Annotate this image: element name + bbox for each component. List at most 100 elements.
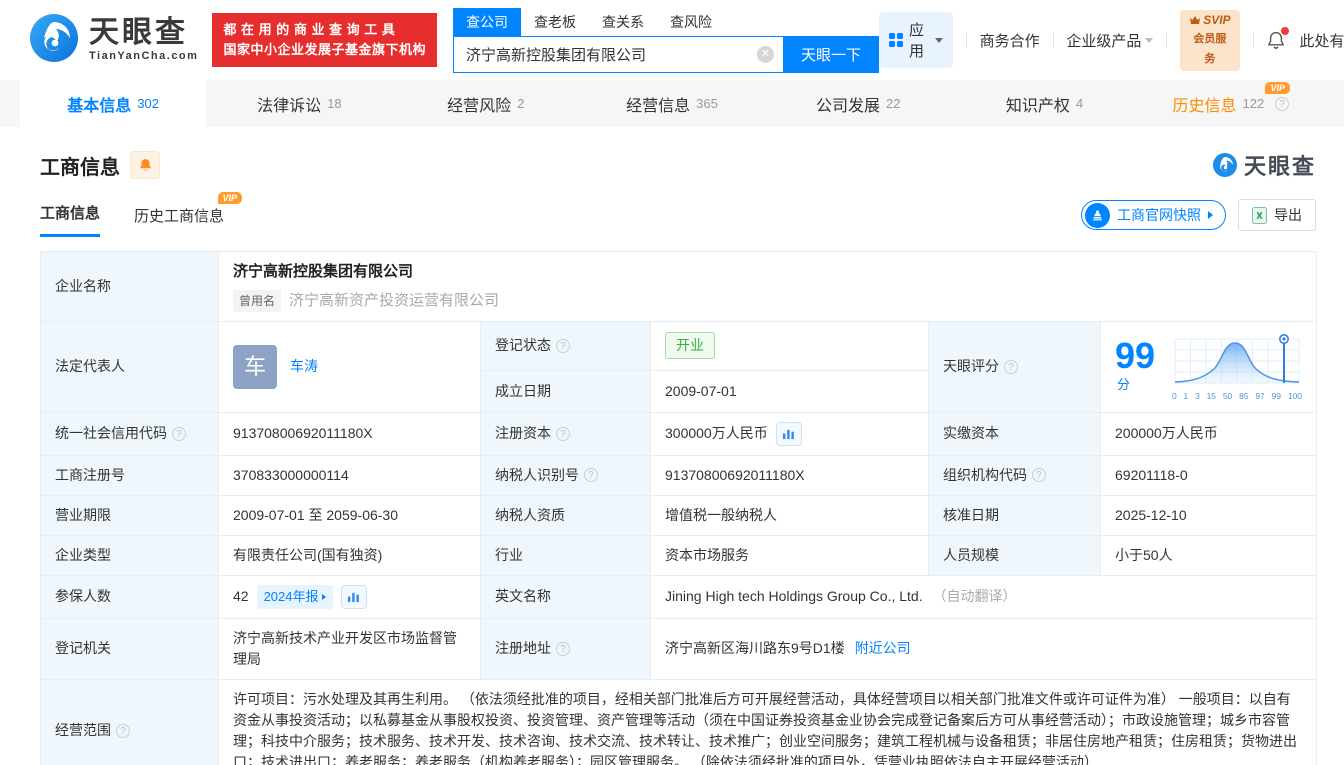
help-icon[interactable]: ? [1004,359,1018,374]
clear-search-icon[interactable]: ✕ [756,45,774,63]
notifications-bell-icon[interactable] [1266,26,1290,51]
divider [1052,32,1054,48]
reg-capital-cell: 300000万人民币 [650,411,929,456]
status-badge: 开业 [665,332,715,360]
vip-badge: VIP [217,192,243,204]
table-row: 工商注册号 370833000000114 纳税人识别号? 9137080069… [40,454,1318,496]
subtab-business-info[interactable]: 工商信息 [40,202,101,237]
table-row: 登记机关 济宁高新技术产业开发区市场监督管理局 注册地址? 济宁高新区海川路东9… [40,617,1318,680]
business-info-section: 工商信息 天眼查 工商信息 历史工商信息 VIP 工商官网快照 导出 企业名称 … [0,149,1344,765]
user-account-menu[interactable]: 此处有... [1299,30,1344,51]
tab-history-info[interactable]: VIP 历史信息 122 ? [1138,80,1324,127]
former-name: 济宁高新资产投资运营有限公司 [289,291,500,309]
tab-legal-proceedings[interactable]: 法律诉讼 18 [206,80,392,127]
search-tab-company[interactable]: 查公司 [452,7,521,36]
establish-date-cell: 2009-07-01 [650,369,929,413]
industry-cell: 资本市场服务 [650,534,929,576]
insured-chart-icon[interactable] [340,584,367,609]
tab-company-development[interactable]: 公司发展 22 [765,80,951,127]
field-label: 行业 [480,534,651,576]
auto-translate-note: （自动翻译） [932,588,1017,605]
annual-report-tag[interactable]: 2024年报 [256,585,333,609]
field-label: 企业名称 [40,251,219,322]
slogan-line1: 都在用的商业查询工具 [223,21,400,37]
staff-size-cell: 小于50人 [1099,534,1318,576]
field-label: 纳税人识别号? [480,454,651,496]
field-label: 注册地址? [480,617,651,680]
company-name: 济宁高新控股集团有限公司 [233,263,414,280]
tab-operation-risk[interactable]: 经营风险 2 [393,80,579,127]
divider [1166,32,1168,48]
business-term-cell: 2009-07-01 至 2059-06-30 [218,494,481,536]
nav-business-cooperation[interactable]: 商务合作 [980,30,1040,51]
english-name: Jining High tech Holdings Group Co., Ltd… [665,588,923,605]
nearby-companies-link[interactable]: 附近公司 [855,638,911,659]
help-icon[interactable]: ? [556,641,570,656]
divider [965,32,967,48]
field-label: 英文名称 [480,574,651,619]
help-icon[interactable]: ? [556,338,570,353]
subscribe-bell-icon[interactable] [130,151,160,179]
score-distribution-chart: 01 3 15 50 85 97 99 100 [1172,331,1302,403]
field-label: 注册资本? [480,411,651,456]
subtab-history-business-info[interactable]: 历史工商信息 VIP [134,192,243,237]
logo-title: 天眼查 [89,16,188,50]
legal-rep-avatar[interactable]: 车 [233,344,277,389]
svip-member-button[interactable]: SVIP 会员服务 [1180,9,1240,71]
capital-chart-icon[interactable] [775,421,802,446]
reg-number-cell: 370833000000114 [218,454,481,496]
logo-domain: TianYanCha.com [89,49,199,62]
export-button[interactable]: 导出 [1238,199,1316,231]
table-row: 统一社会信用代码? 91370800692011180X 注册资本? 30000… [40,411,1318,456]
table-row: 经营范围? 许可项目：污水处理及其再生利用。 （依法须经批准的项目，经相关部门批… [40,678,1318,765]
company-type-cell: 有限责任公司(国有独资) [218,534,481,576]
search-tab-risk[interactable]: 查风险 [657,8,725,36]
help-icon[interactable]: ? [116,723,130,738]
search-button[interactable]: 天眼一下 [782,35,879,73]
tianyancha-logo[interactable]: 天眼查 TianYanCha.com [28,12,198,69]
official-snapshot-button[interactable]: 工商官网快照 [1081,200,1226,230]
company-name-cell: 济宁高新控股集团有限公司 曾用名 济宁高新资产投资运营有限公司 [217,251,1318,322]
credit-code-cell: 91370800692011180X [218,411,481,456]
help-icon[interactable]: ? [172,426,186,441]
apps-grid-icon [888,33,903,47]
field-label: 实缴资本 [928,411,1101,456]
tianyancha-watermark-icon [1212,153,1237,177]
nav-enterprise-products[interactable]: 企业级产品 [1066,30,1154,51]
field-label: 组织机构代码? [928,454,1101,496]
field-label: 纳税人资质 [480,494,651,536]
brand-slogan: 都在用的商业查询工具 国家中小企业发展子基金旗下机构 [212,12,437,68]
table-row: 营业期限 2009-07-01 至 2059-06-30 纳税人资质 增值税一般… [40,494,1318,536]
field-label: 经营范围? [40,678,219,765]
field-label: 人员规模 [928,534,1101,576]
help-icon[interactable]: ? [556,426,570,441]
tab-intellectual-property[interactable]: 知识产权 4 [951,80,1137,127]
stamp-icon [1085,202,1110,228]
org-code-cell: 69201118-0 [1099,454,1318,496]
legal-rep-link[interactable]: 车涛 [290,356,318,377]
search-tab-relation[interactable]: 查关系 [589,8,657,36]
help-icon[interactable]: ? [1275,96,1290,111]
notification-red-dot [1281,26,1290,35]
field-label: 核准日期 [928,494,1101,536]
search-tabs: 查公司 查老板 查关系 查风险 [452,7,879,36]
tab-operation-info[interactable]: 经营信息 365 [579,80,765,127]
taxpayer-quality-cell: 增值税一般纳税人 [650,494,929,536]
help-icon[interactable]: ? [584,468,598,483]
help-icon[interactable]: ? [1032,468,1046,483]
reg-address-cell: 济宁高新区海川路东9号D1楼 附近公司 [649,617,1318,680]
crown-icon [1190,16,1201,24]
paid-capital-cell: 200000万人民币 [1099,411,1318,456]
insured-count-cell: 42 2024年报 [218,574,481,619]
reg-status-cell: 开业 [650,321,929,371]
chevron-down-icon [1145,37,1154,43]
tab-basic-info[interactable]: 基本信息 302 [20,80,207,127]
apps-label: 应用 [908,22,924,60]
table-row: 法定代表人 车 车涛 登记状态? 开业 天眼评分? 99分 0 1 3 15 5… [40,321,1318,413]
search-input[interactable] [452,35,783,73]
business-scope-cell: 许可项目：污水处理及其再生利用。 （依法须经批准的项目，经相关部门批准后方可开展… [217,678,1318,765]
field-label: 参保人数 [40,574,219,619]
search-tab-boss[interactable]: 查老板 [521,8,589,36]
apps-menu[interactable]: 应用 [878,12,953,68]
section-title: 工商信息 [40,156,120,179]
